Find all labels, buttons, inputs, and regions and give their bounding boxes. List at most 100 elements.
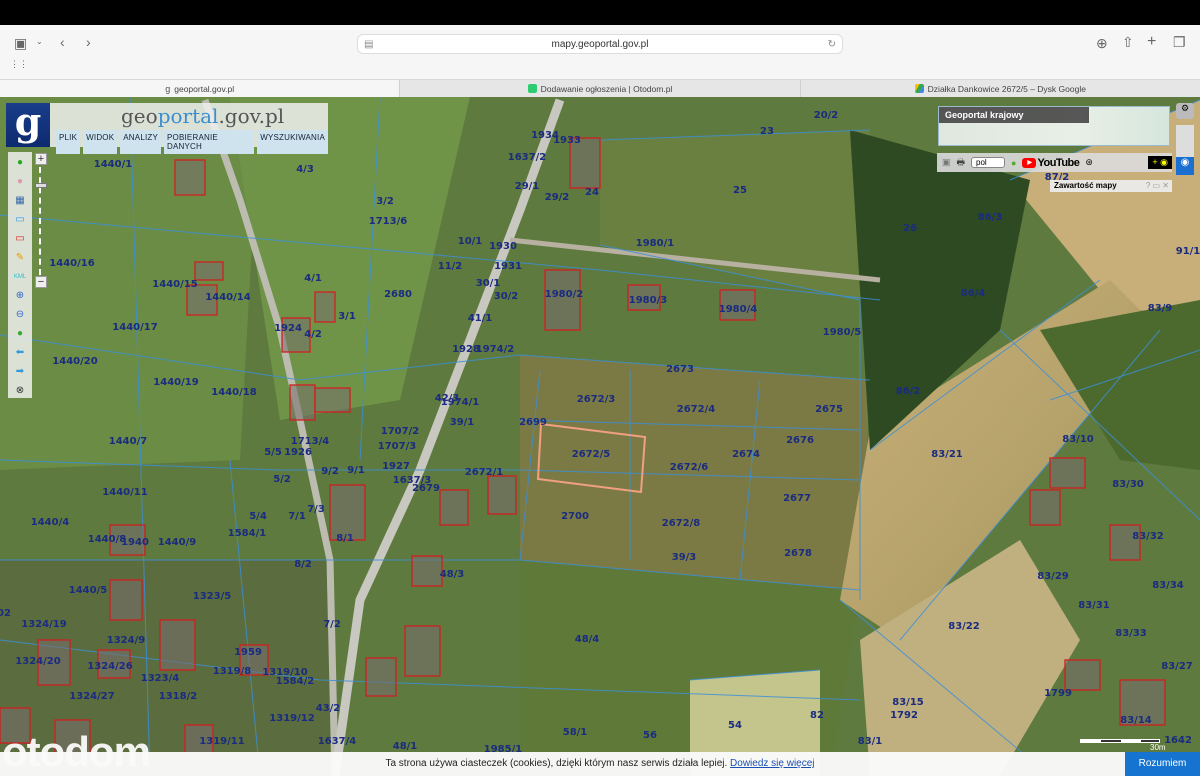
parcel-label: 1324/26 <box>87 661 132 672</box>
parcel-label: 83/21 <box>931 449 963 460</box>
cookie-accept-button[interactable]: Rozumiem <box>1125 752 1200 776</box>
close-circle-icon[interactable]: ⊗ <box>13 383 27 399</box>
view-mode-control[interactable]: ◉ <box>1176 125 1194 175</box>
high-contrast-button[interactable]: + ◉ <box>1148 156 1172 169</box>
zoom-out-button[interactable]: − <box>35 276 47 288</box>
screen-top-bar <box>0 0 1200 25</box>
map-icon[interactable]: ▣ <box>942 157 951 168</box>
parcel-label: 1440/11 <box>102 487 147 498</box>
parcel-label: 1637/2 <box>508 152 546 163</box>
parcel-label: 1440/14 <box>205 292 250 303</box>
youtube-link[interactable]: ▶ YouTube <box>1022 157 1080 169</box>
parcel-label: 83/10 <box>1062 434 1094 445</box>
parcel-label: 83/1 <box>858 736 883 747</box>
new-tab-icon[interactable]: + <box>1147 33 1156 51</box>
parcel-label: 5/2 <box>273 474 291 485</box>
back-icon[interactable]: ‹ <box>60 34 65 50</box>
pencil-icon[interactable]: ✎ <box>13 250 27 266</box>
language-select[interactable]: pol <box>971 157 1006 168</box>
download-icon[interactable]: ⊕ <box>1096 35 1108 52</box>
parcel-label: 1974/2 <box>476 344 514 355</box>
pan-icon[interactable]: ● <box>13 174 27 190</box>
menu-widok[interactable]: WIDOK <box>83 130 118 154</box>
parcel-label: 2700 <box>561 511 589 522</box>
parcel-label: 1324/20 <box>15 656 60 667</box>
print-icon[interactable]: 🖶 <box>957 155 966 171</box>
tabs-icon[interactable]: ❐ <box>1173 34 1186 51</box>
layers-toggle-icon[interactable]: ⚙ <box>1176 103 1194 119</box>
geoportal-logo[interactable]: g <box>6 103 50 147</box>
arrow-forward-icon[interactable]: ➡ <box>13 364 27 380</box>
zoom-out-icon[interactable]: ⊖ <box>13 307 27 323</box>
menu-plik[interactable]: PLIK <box>56 130 81 154</box>
parcel-label: 7/2 <box>323 619 341 630</box>
menu-wyszukiwania[interactable]: WYSZUKIWANIA <box>257 130 328 154</box>
eye-icon[interactable]: ◉ <box>1176 157 1194 175</box>
parcel-label: 02 <box>0 608 11 619</box>
parcel-label: 8/1 <box>336 533 354 544</box>
parcel-label: 1324/9 <box>107 635 145 646</box>
parcel-label: 1931 <box>494 261 522 272</box>
parcel-label: 54 <box>728 720 742 731</box>
otodom-favicon <box>527 84 537 93</box>
parcel-label: 1799 <box>1044 688 1072 699</box>
select-red-icon[interactable]: ▭ <box>13 231 27 247</box>
parcel-label: 1713/6 <box>369 216 407 227</box>
share-icon[interactable]: ⇧ <box>1122 34 1134 51</box>
legend-icon[interactable]: ▦ <box>13 193 27 209</box>
layers-panel-header[interactable]: Zawartość mapy ? ▭ ✕ <box>1050 180 1172 192</box>
parcel-label: 56 <box>643 730 657 741</box>
title-part: portal <box>157 104 219 128</box>
chevron-down-icon[interactable]: ⌄ <box>36 37 43 46</box>
accessibility-icon[interactable]: ⊛ <box>1085 157 1093 168</box>
tab-label: Działka Dankowice 2672/5 – Dysk Google <box>927 83 1086 94</box>
kml-icon[interactable]: KML <box>13 269 27 285</box>
parcel-label: 7/1 <box>288 511 306 522</box>
geoportal-header: g geoportal.gov.pl PLIK WIDOK ANALIZY PO… <box>6 103 328 154</box>
arrow-back-icon[interactable]: ⬅ <box>13 345 27 361</box>
parcel-label: 83/33 <box>1115 628 1147 639</box>
info-icon[interactable]: ● <box>13 155 27 171</box>
parcel-label: 1974/1 <box>441 397 479 408</box>
tab-overview-icon[interactable]: ⋮⋮ <box>10 59 28 70</box>
parcel-label: 83/29 <box>1037 571 1069 582</box>
tab-google-drive[interactable]: Działka Dankowice 2672/5 – Dysk Google <box>799 80 1200 97</box>
tab-geoportal[interactable]: g geoportal.gov.pl <box>0 80 400 97</box>
tab-otodom[interactable]: Dodawanie ogłoszenia | Otodom.pl <box>399 80 799 97</box>
geoportal-favicon: g <box>165 83 171 94</box>
minimap-label: Geoportal krajowy <box>939 107 1089 123</box>
overview-minimap[interactable]: Geoportal krajowy <box>938 106 1170 146</box>
panel-controls[interactable]: ? ▭ ✕ <box>1146 180 1169 192</box>
zoom-in-button[interactable]: + <box>35 153 47 165</box>
globe-icon[interactable]: ● <box>13 326 27 342</box>
parcel-label: 2680 <box>384 289 412 300</box>
menu-pobieranie-danych[interactable]: POBIERANIE DANYCH <box>164 130 255 154</box>
title-part: geo <box>121 104 158 128</box>
map-canvas[interactable]: 1440/1 4/3 3/2 1713/6 10/1 11/2 1440/16 1440/15… <box>0 97 1200 776</box>
parcel-label: 2699 <box>519 417 547 428</box>
geoportal-menu: PLIK WIDOK ANALIZY POBIERANIE DANYCH WYS… <box>56 130 328 154</box>
forward-icon[interactable]: › <box>86 34 91 50</box>
orthophoto-map[interactable]: 1440/1 4/3 3/2 1713/6 10/1 11/2 1440/16 1440/15… <box>0 97 1200 776</box>
menu-analizy[interactable]: ANALIZY <box>120 130 162 154</box>
reload-icon[interactable]: ↻ <box>828 35 836 54</box>
zoom-slider[interactable]: + − <box>35 153 47 289</box>
parcel-label: 1933 <box>553 135 581 146</box>
help-icon[interactable]: ● <box>1011 158 1016 168</box>
address-bar[interactable]: mapy.geoportal.gov.pl ↻ ▤ <box>357 34 843 54</box>
parcel-label: 41/1 <box>468 313 493 324</box>
parcel-label: 2672/8 <box>662 518 700 529</box>
cookie-text: Ta strona używa ciasteczek (cookies), dz… <box>385 758 731 769</box>
parcel-label: 1637/3 <box>393 475 431 486</box>
zoom-in-icon[interactable]: ⊕ <box>13 288 27 304</box>
parcel-label: 2678 <box>784 548 812 559</box>
parcel-label: 1642 <box>1164 735 1192 746</box>
parcel-label: 1980/5 <box>823 327 861 338</box>
cookie-learn-more-link[interactable]: Dowiedz się więcej <box>730 758 814 769</box>
select-area-icon[interactable]: ▭ <box>13 212 27 228</box>
parcel-label: 2672/3 <box>577 394 615 405</box>
zoom-handle[interactable] <box>35 183 47 188</box>
parcel-label: 48/1 <box>393 741 418 752</box>
parcel-label: 5/5 <box>264 447 282 458</box>
sidebar-icon[interactable]: ▣ <box>14 35 27 52</box>
